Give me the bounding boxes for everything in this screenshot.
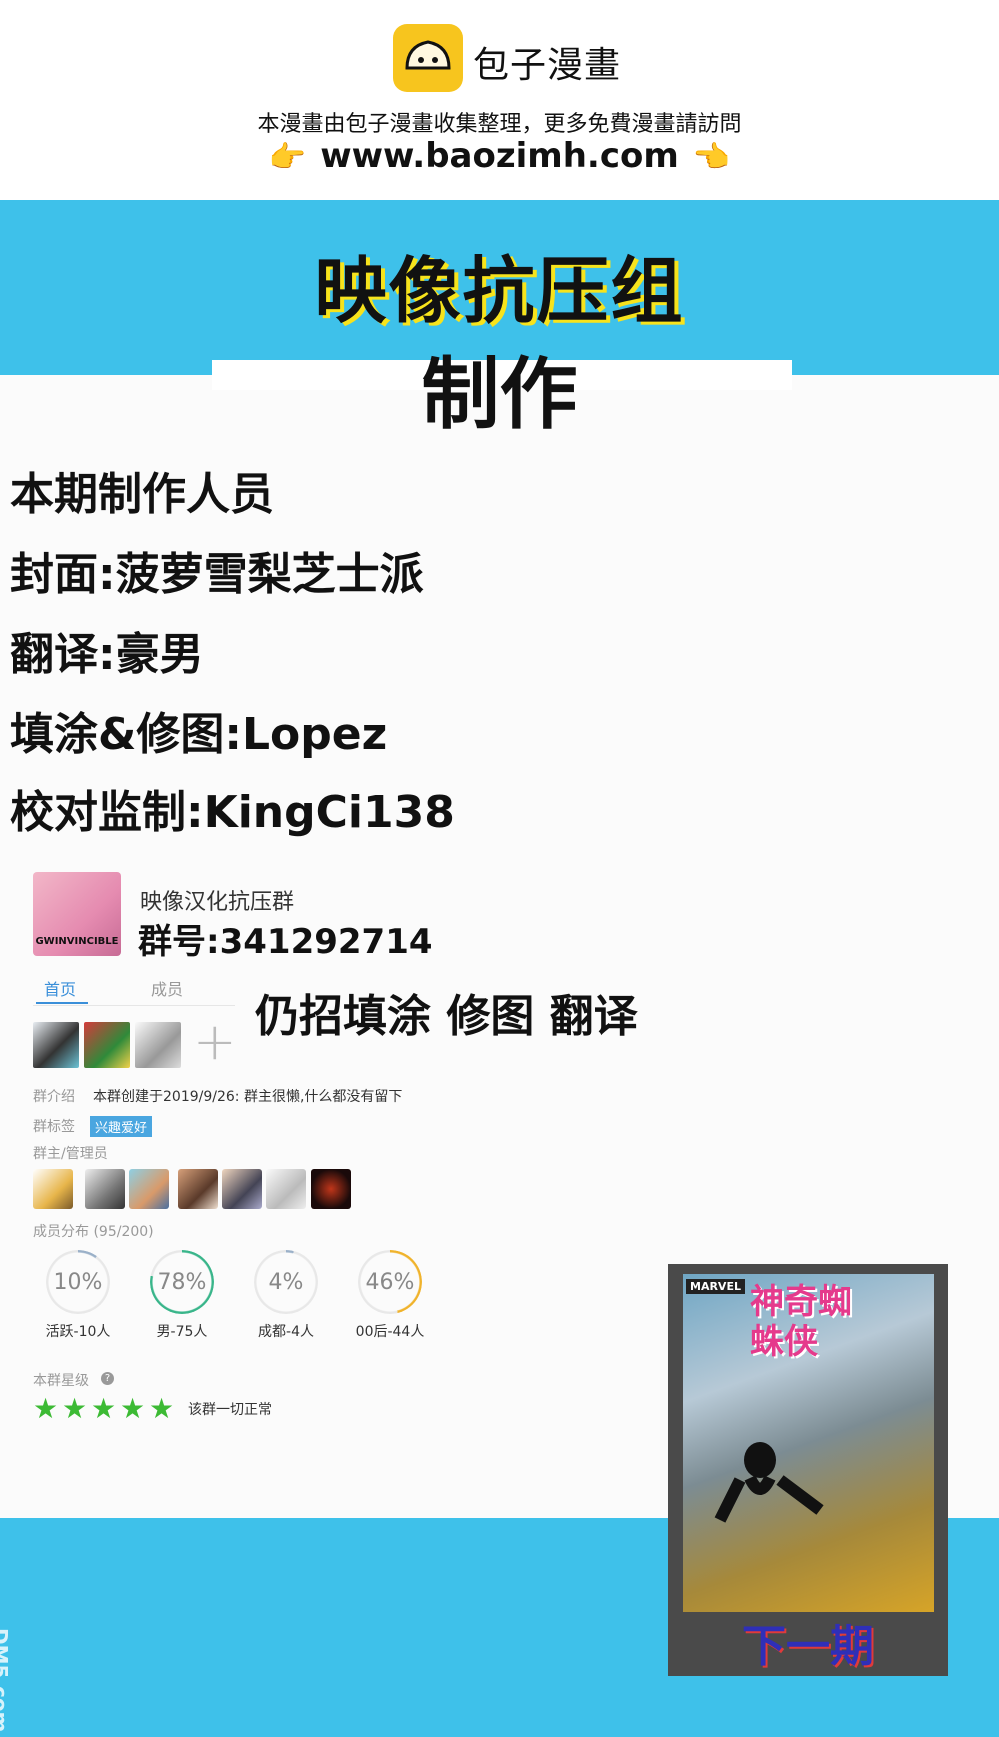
star-icon: ★ — [120, 1392, 146, 1425]
info-icon[interactable]: ? — [101, 1372, 114, 1385]
group-health-text: 该群一切正常 — [188, 1402, 272, 1418]
tab-active-indicator — [36, 1002, 88, 1004]
tags-label: 群标签 — [33, 1119, 75, 1135]
pointing-left-icon: 👈 — [692, 140, 731, 175]
credit-translate: 翻译:豪男 — [10, 629, 204, 680]
collection-notice: 本漫畫由包子漫畫收集整理，更多免費漫畫請訪問 — [257, 112, 742, 137]
tab-divider — [33, 1005, 235, 1006]
stat-label: 男-75人 — [156, 1324, 208, 1340]
group-title: 映像抗压组 — [314, 249, 685, 333]
spider-figure — [700, 1430, 850, 1544]
star-icon: ★ — [62, 1392, 88, 1425]
stat-label: 活跃-10人 — [45, 1324, 111, 1340]
star-icon: ★ — [33, 1392, 59, 1425]
cover-title: 神奇蜘蛛侠 — [750, 1282, 852, 1362]
admin-avatar[interactable] — [178, 1169, 218, 1209]
group-name: 映像汉化抗压群 — [140, 890, 295, 915]
album-thumb[interactable] — [135, 1022, 181, 1068]
watermark: DM5.com — [0, 1628, 12, 1733]
site-url-link[interactable]: www.baozimh.com — [320, 136, 679, 176]
add-photo-icon[interactable]: + — [193, 1016, 237, 1068]
credit-proofread: 校对监制:KingCi138 — [10, 787, 455, 838]
intro-text: 本群创建于2019/9/26: 群主很懒,什么都没有留下 — [93, 1089, 403, 1105]
admin-avatar[interactable] — [33, 1169, 73, 1209]
group-number: 群号:341292714 — [138, 922, 433, 962]
credit-typeset: 填涂&修图:Lopez — [10, 709, 388, 760]
pointing-right-icon: 👉 — [268, 140, 307, 175]
credits-heading: 本期制作人员 — [10, 469, 274, 520]
produced-by-label: 制作 — [421, 350, 578, 440]
site-name: 包子漫畫 — [473, 45, 622, 86]
album-thumb[interactable] — [84, 1022, 130, 1068]
recruit-notice: 仍招填涂 修图 翻译 — [255, 991, 638, 1042]
group-avatar-text: GWINVINCIBLE — [35, 936, 119, 947]
admin-avatar[interactable] — [311, 1169, 351, 1209]
stat-label: 00后-44人 — [355, 1324, 425, 1340]
next-issue-label[interactable]: 下一期 — [668, 1610, 948, 1674]
credit-cover: 封面:菠萝雪梨芝士派 — [10, 549, 424, 600]
stat-value: 78% — [157, 1270, 207, 1295]
star-icon: ★ — [91, 1392, 117, 1425]
star-icon: ★ — [149, 1392, 175, 1425]
group-level-label: 本群星级 — [33, 1373, 89, 1389]
admin-avatar[interactable] — [85, 1169, 125, 1209]
site-url-row: 👉 www.baozimh.com 👈 — [0, 136, 999, 176]
baozi-logo-icon — [393, 24, 463, 92]
album-thumb[interactable] — [33, 1022, 79, 1068]
admin-avatar[interactable] — [266, 1169, 306, 1209]
stat-label: 成都-4人 — [258, 1324, 314, 1340]
intro-label: 群介绍 — [33, 1089, 75, 1105]
admin-avatar[interactable] — [222, 1169, 262, 1209]
distribution-label: 成员分布 (95/200) — [33, 1224, 154, 1240]
stat-value: 4% — [268, 1270, 304, 1295]
publisher-logo: MARVEL — [686, 1279, 745, 1294]
tab-home[interactable]: 首页 — [44, 976, 76, 1000]
tab-members[interactable]: 成员 — [151, 976, 183, 1000]
group-tag[interactable]: 兴趣爱好 — [90, 1116, 153, 1137]
stat-value: 46% — [365, 1270, 415, 1295]
admin-avatar[interactable] — [129, 1169, 169, 1209]
admins-label: 群主/管理员 — [33, 1146, 108, 1162]
stat-value: 10% — [53, 1270, 103, 1295]
